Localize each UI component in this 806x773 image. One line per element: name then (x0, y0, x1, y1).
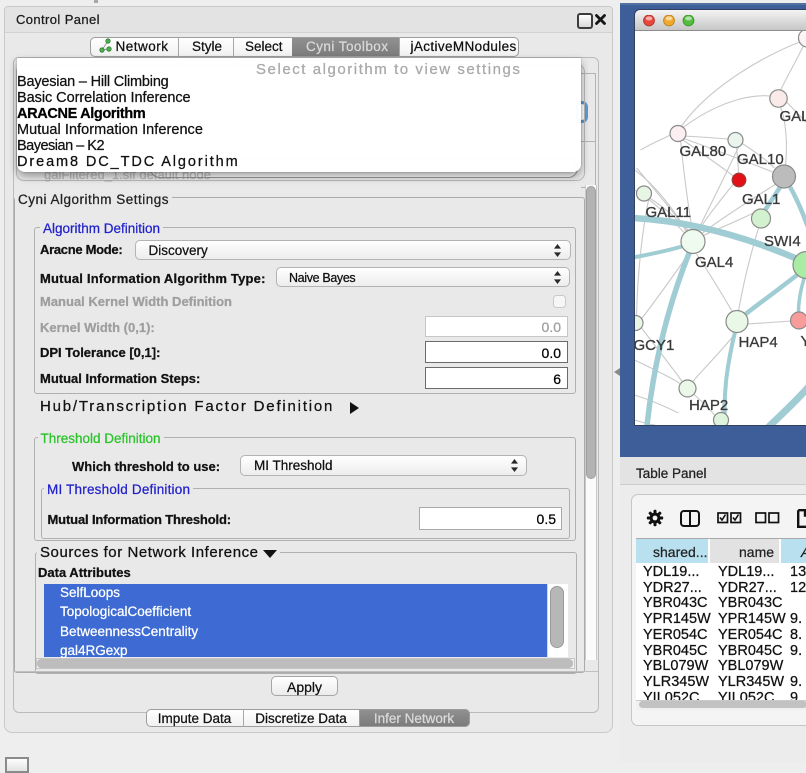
svg-text:GAL2: GAL2 (779, 108, 806, 125)
svg-text:SWI4: SWI4 (764, 233, 801, 250)
svg-text:GAL4: GAL4 (695, 254, 733, 271)
svg-text:GCY1: GCY1 (635, 337, 674, 354)
svg-text:GAL10: GAL10 (737, 151, 784, 168)
svg-text:HAP4: HAP4 (738, 334, 777, 351)
svg-text:Y: Y (800, 333, 806, 350)
svg-text:GAL1: GAL1 (742, 191, 780, 208)
svg-text:GAL80: GAL80 (679, 143, 726, 160)
svg-text:HAP2: HAP2 (689, 397, 728, 414)
svg-text:GAL11: GAL11 (645, 204, 691, 221)
